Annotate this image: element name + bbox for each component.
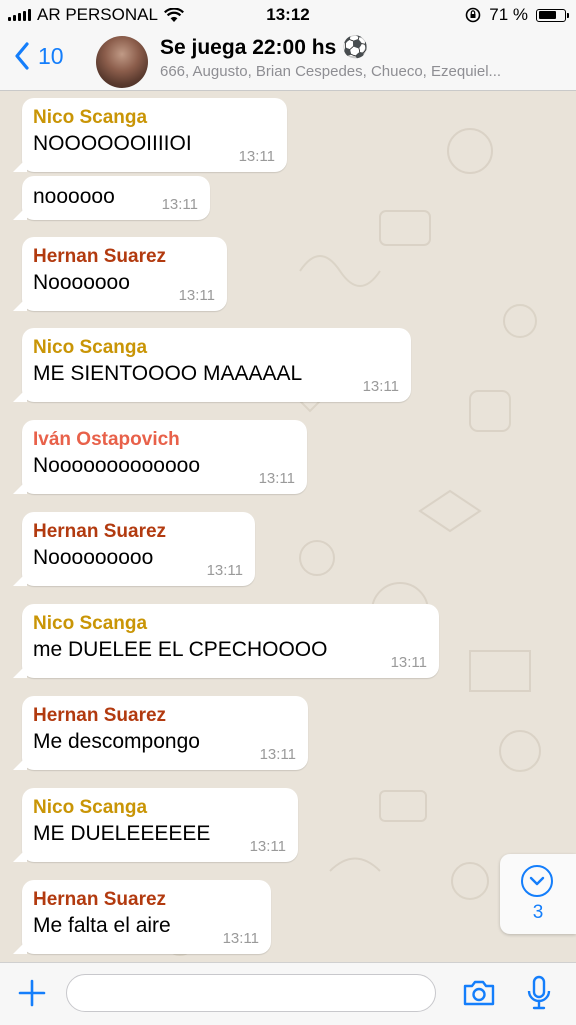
message-text: ME SIENTOOOO MAAAAAL (33, 362, 303, 385)
compose-bar (0, 962, 576, 1025)
message-input[interactable] (66, 974, 436, 1012)
message-time: 13:11 (390, 654, 427, 671)
message-text: Nooooooooooooo (33, 454, 200, 477)
message-time: 13:11 (259, 746, 296, 763)
unread-count: 3 (532, 902, 544, 923)
participants-list[interactable]: 666, Augusto, Brian Cespedes, Chueco, Ez… (160, 63, 560, 80)
message-time: 13:11 (161, 196, 198, 213)
back-count: 10 (38, 42, 64, 69)
message-bubble[interactable]: Nico Scanga NOOOOOOIIIIOI 13:11 (13, 98, 287, 172)
message-sender: Nico Scanga (33, 797, 148, 818)
plus-icon[interactable] (16, 977, 48, 1009)
message-bubble[interactable]: Hernan Suarez Nooooooo 13:11 (13, 237, 227, 311)
back-chevron-icon (15, 42, 29, 70)
back-button[interactable]: 10 (14, 42, 64, 70)
camera-icon[interactable] (462, 979, 496, 1007)
message-time: 13:11 (362, 378, 399, 395)
message-text: me DUELEE EL CPECHOOOO (33, 638, 328, 661)
message-text: ME DUELEEEEEE (33, 822, 211, 845)
message-sender: Hernan Suarez (33, 705, 167, 726)
message-bubble[interactable]: Hernan Suarez Me descompongo 13:11 (13, 696, 308, 770)
status-right: 71 % (465, 5, 569, 25)
battery-icon (536, 8, 569, 22)
battery-label: 71 % (489, 5, 528, 24)
message-time: 13:11 (206, 562, 243, 579)
message-sender: Iván Ostapovich (33, 429, 180, 450)
message-time: 13:11 (238, 148, 275, 165)
message-sender: Nico Scanga (33, 107, 148, 128)
message-list[interactable]: Nico Scanga NOOOOOOIIIIOI 13:11 noooooo … (0, 91, 576, 962)
message-sender: Hernan Suarez (33, 521, 167, 542)
message-bubble[interactable]: Iván Ostapovich Nooooooooooooo 13:11 (13, 420, 307, 494)
scroll-to-bottom-button[interactable]: 3 (500, 854, 576, 934)
chevron-down-icon (521, 865, 553, 897)
message-sender: Hernan Suarez (33, 889, 167, 910)
message-time: 13:11 (249, 838, 286, 855)
message-bubble[interactable]: Nico Scanga ME DUELEEEEEE 13:11 (13, 788, 298, 862)
message-bubble[interactable]: Hernan Suarez Me falta el aire 13:11 (13, 880, 271, 954)
message-time: 13:11 (222, 930, 259, 947)
chat-header: 10 Se juega 22:00 hs ⚽ 666, Augusto, Bri… (0, 30, 576, 91)
message-sender: Nico Scanga (33, 337, 148, 358)
message-time: 13:11 (178, 287, 215, 304)
message-sender: Hernan Suarez (33, 246, 167, 267)
microphone-icon[interactable] (526, 975, 552, 1011)
group-avatar[interactable] (96, 36, 148, 88)
orientation-lock-icon (465, 7, 481, 23)
message-bubble[interactable]: Hernan Suarez Nooooooooo 13:11 (13, 512, 255, 586)
status-bar: AR PERSONAL 13:12 71 % (0, 0, 576, 30)
message-bubble[interactable]: Nico Scanga ME SIENTOOOO MAAAAAL 13:11 (13, 328, 411, 402)
chat-title[interactable]: Se juega 22:00 hs ⚽ (160, 36, 368, 60)
message-sender: Nico Scanga (33, 613, 148, 634)
message-bubble[interactable]: noooooo 13:11 (13, 176, 210, 220)
message-time: 13:11 (258, 470, 295, 487)
message-bubble[interactable]: Nico Scanga me DUELEE EL CPECHOOOO 13:11 (13, 604, 439, 678)
message-text: Me descompongo (33, 730, 200, 753)
